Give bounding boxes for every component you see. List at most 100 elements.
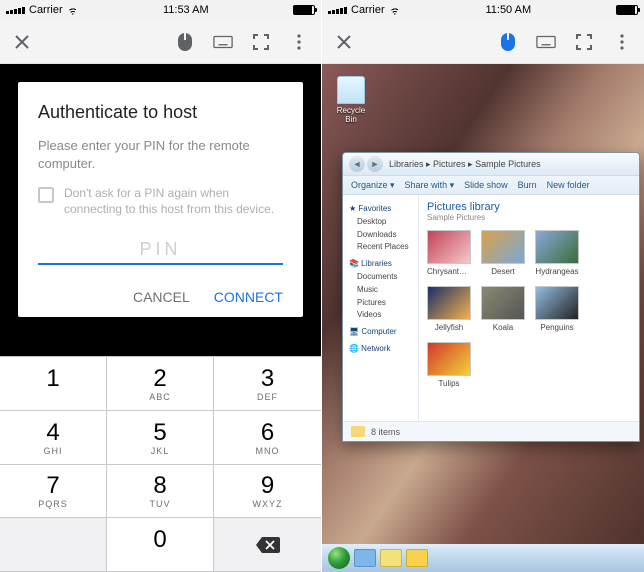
back-button[interactable]: ◄ [349, 156, 365, 172]
keyboard-icon[interactable] [536, 32, 556, 52]
thumbnail-image [535, 230, 579, 264]
sidebar-group[interactable]: 🖥 Computer [349, 326, 412, 339]
sidebar-item[interactable]: Pictures [349, 297, 412, 310]
thumbnail-caption: Hydrangeas [535, 267, 579, 276]
thumbnail-caption: Jellyfish [427, 323, 471, 332]
remote-stage: Authenticate to host Please enter your P… [0, 64, 321, 572]
sidebar-item[interactable]: Documents [349, 271, 412, 284]
carrier-label: Carrier [29, 4, 63, 16]
keypad-4[interactable]: 4GHI [0, 411, 107, 465]
keypad-1[interactable]: 1 [0, 357, 107, 411]
overflow-icon[interactable] [289, 32, 309, 52]
taskbar[interactable] [322, 544, 644, 572]
signal-icon [6, 7, 25, 14]
remote-desktop[interactable]: Recycle Bin ◄ ► Libraries ▸ Pictures ▸ S… [322, 64, 644, 572]
mouse-icon[interactable] [175, 32, 195, 52]
recycle-bin-icon [337, 76, 365, 104]
keypad-2[interactable]: 2ABC [107, 357, 214, 411]
app-toolbar [322, 20, 644, 64]
numeric-keypad: 1 2ABC3DEF 4GHI5JKL6MNO 7PQRS8TUV9WXYZ0 [0, 356, 321, 572]
start-button[interactable] [328, 547, 350, 569]
mouse-icon[interactable] [498, 32, 518, 52]
thumbnail-caption: Penguins [535, 323, 579, 332]
sidebar-item[interactable]: Music [349, 284, 412, 297]
thumbnail-image [535, 286, 579, 320]
picture-item[interactable]: Chrysanthemum [427, 230, 471, 276]
pin-input[interactable] [38, 235, 283, 265]
toolbar-item[interactable]: Share with ▾ [405, 180, 455, 191]
keypad-9[interactable]: 9WXYZ [214, 465, 321, 519]
close-icon[interactable] [12, 32, 32, 52]
close-icon[interactable] [334, 32, 354, 52]
carrier-label: Carrier [351, 4, 385, 16]
remember-label: Don't ask for a PIN again when connectin… [64, 186, 283, 217]
dialog-title: Authenticate to host [38, 102, 283, 123]
toolbar-item[interactable]: Slide show [464, 180, 508, 190]
library-title: Pictures library [427, 201, 631, 213]
sidebar-group: 📚 Libraries [349, 258, 412, 271]
keypad-0[interactable]: 0 [107, 518, 214, 572]
keypad-3[interactable]: 3DEF [214, 357, 321, 411]
picture-item[interactable]: Tulips [427, 342, 471, 388]
taskbar-icon[interactable] [354, 549, 376, 567]
app-toolbar [0, 20, 321, 64]
folder-icon [351, 426, 365, 437]
keypad-blank [0, 518, 107, 572]
status-bar: Carrier 11:50 AM [322, 0, 644, 20]
dialog-subtitle: Please enter your PIN for the remote com… [38, 137, 283, 172]
sidebar-group[interactable]: 🌐 Network [349, 343, 412, 356]
explorer-toolbar: Organize ▾ Share with ▾ Slide show Burn New … [343, 175, 639, 195]
explorer-titlebar[interactable]: ◄ ► Libraries ▸ Pictures ▸ Sample Pictur… [343, 153, 639, 175]
keypad-8[interactable]: 8TUV [107, 465, 214, 519]
library-subtitle: Sample Pictures [427, 213, 631, 222]
picture-item[interactable]: Hydrangeas [535, 230, 579, 276]
explorer-main: Pictures library Sample Pictures Chrysan… [419, 195, 639, 421]
thumbnail-caption: Koala [481, 323, 525, 332]
overflow-icon[interactable] [612, 32, 632, 52]
clock: 11:50 AM [485, 4, 531, 16]
thumbnail-caption: Desert [481, 267, 525, 276]
thumbnail-image [481, 230, 525, 264]
battery-icon [293, 5, 315, 15]
keyboard-icon[interactable] [213, 32, 233, 52]
fullscreen-icon[interactable] [251, 32, 271, 52]
keypad-7[interactable]: 7PQRS [0, 465, 107, 519]
forward-button[interactable]: ► [367, 156, 383, 172]
item-count: 8 items [371, 427, 400, 437]
wifi-icon [389, 6, 401, 15]
sidebar-item[interactable]: Downloads [349, 229, 412, 242]
sidebar-item[interactable]: Desktop [349, 216, 412, 229]
toolbar-item[interactable]: Organize ▾ [351, 180, 395, 191]
thumbnail-image [427, 342, 471, 376]
thumbnail-image [427, 286, 471, 320]
fullscreen-icon[interactable] [574, 32, 594, 52]
explorer-window[interactable]: ◄ ► Libraries ▸ Pictures ▸ Sample Pictur… [342, 152, 640, 442]
keypad-6[interactable]: 6MNO [214, 411, 321, 465]
taskbar-icon[interactable] [406, 549, 428, 567]
picture-item[interactable]: Penguins [535, 286, 579, 332]
remember-checkbox[interactable] [38, 187, 54, 203]
thumbnail-image [427, 230, 471, 264]
picture-item[interactable]: Jellyfish [427, 286, 471, 332]
taskbar-icon[interactable] [380, 549, 402, 567]
toolbar-item[interactable]: New folder [547, 180, 590, 190]
picture-item[interactable]: Koala [481, 286, 525, 332]
connect-button[interactable]: CONNECT [214, 289, 283, 305]
picture-item[interactable]: Desert [481, 230, 525, 276]
explorer-sidebar: ★ FavoritesDesktopDownloadsRecent Places… [343, 195, 419, 421]
cancel-button[interactable]: CANCEL [133, 289, 190, 305]
status-bar: Carrier 11:53 AM [0, 0, 321, 20]
sidebar-item[interactable]: Recent Places [349, 241, 412, 254]
auth-dialog: Authenticate to host Please enter your P… [18, 82, 303, 317]
recycle-bin-label: Recycle Bin [334, 106, 368, 124]
keypad-delete[interactable] [214, 518, 321, 572]
toolbar-item[interactable]: Burn [518, 180, 537, 190]
breadcrumb[interactable]: Libraries ▸ Pictures ▸ Sample Pictures [389, 159, 541, 170]
thumbnail-image [481, 286, 525, 320]
thumbnail-caption: Tulips [427, 379, 471, 388]
sidebar-item[interactable]: Videos [349, 309, 412, 322]
recycle-bin[interactable]: Recycle Bin [334, 76, 368, 124]
sidebar-group: ★ Favorites [349, 203, 412, 216]
keypad-5[interactable]: 5JKL [107, 411, 214, 465]
battery-icon [616, 5, 638, 15]
